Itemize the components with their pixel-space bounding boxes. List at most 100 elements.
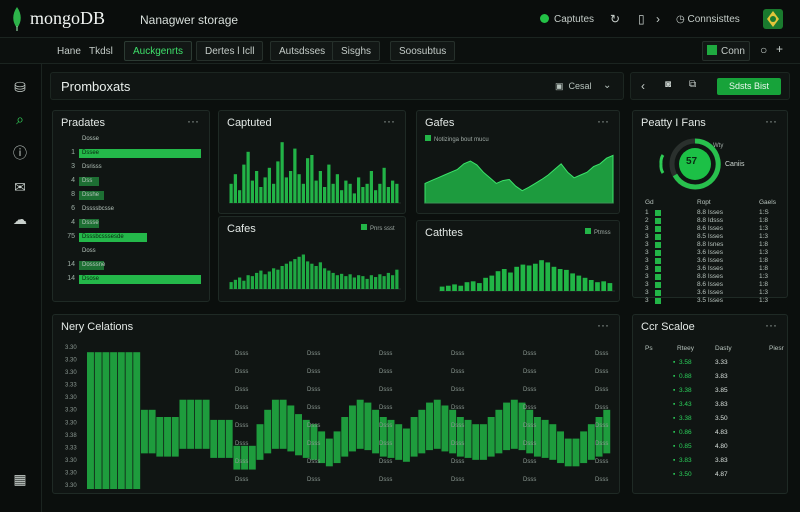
connections-menu[interactable]: ◷ Connsisttes — [676, 14, 740, 25]
chart-bar — [344, 276, 348, 289]
info-icon[interactable]: ⓘ — [9, 142, 31, 164]
legend-swatch — [585, 228, 591, 234]
y-tick-label: 3.30 — [65, 420, 77, 426]
table-row: ▪ 3.43 3.83 — [641, 401, 781, 410]
row-swatch — [655, 226, 661, 232]
chart-bar — [318, 262, 322, 289]
chart-bar — [587, 424, 595, 460]
search-icon[interactable]: ⌕ — [9, 108, 31, 130]
chart-bar — [557, 269, 563, 291]
chevron-right-icon[interactable]: › — [656, 12, 660, 26]
y-tick-label: 3.30 — [65, 345, 77, 351]
table-cell: 4.83 — [715, 429, 728, 436]
grid-icon[interactable]: ▦ — [9, 468, 31, 490]
chart-bar — [280, 142, 284, 203]
chart-bar — [325, 438, 333, 467]
camera-icon[interactable]: ◙ — [665, 79, 671, 90]
database-icon[interactable]: ⛁ — [9, 76, 31, 98]
tab-tkdsl[interactable]: Tkdsl — [80, 41, 122, 61]
chart-bar — [374, 190, 378, 203]
column-header: Ps — [645, 345, 653, 352]
cell-label: Dsss — [379, 441, 392, 447]
gauge-label-top: Wty — [713, 143, 724, 149]
tab-sisghs[interactable]: Sisghs — [332, 41, 381, 61]
chart-bar — [218, 419, 225, 458]
more-icon[interactable]: ··· — [187, 114, 199, 128]
table-cell: 3.85 — [715, 387, 728, 394]
chart-bar — [445, 285, 451, 291]
column-header: Piesr — [769, 345, 784, 352]
cloud-icon[interactable]: ☁ — [9, 208, 31, 230]
clock-icon: ◷ — [676, 14, 685, 25]
cell-label: Dsss — [379, 405, 392, 411]
chart-bar — [295, 414, 302, 456]
back-icon[interactable]: ‹ — [641, 79, 645, 93]
add-icon[interactable]: + — [776, 42, 783, 56]
tab-autsdsses[interactable]: Autsdsses — [270, 41, 335, 61]
cell-label: Dsss — [307, 423, 320, 429]
gauge-label-right: Caniis — [725, 161, 745, 168]
chart-bar — [520, 264, 526, 291]
chart-bar — [279, 399, 287, 449]
row-swatch — [655, 290, 661, 296]
chart-bar — [248, 445, 256, 470]
chart-bar — [301, 254, 305, 289]
more-icon[interactable]: ··· — [597, 114, 609, 128]
chart-bar — [352, 277, 356, 289]
table-cell: 3.38 — [679, 387, 692, 394]
project-name[interactable]: Nanagwer storage — [140, 13, 238, 27]
chart-bar — [284, 177, 288, 203]
table-header: Ps Rteey Dasty Piesr — [641, 345, 784, 354]
chart-bar — [489, 275, 495, 291]
refresh-icon[interactable]: ↻ — [610, 12, 620, 26]
more-icon[interactable]: ··· — [765, 114, 777, 128]
connect-button[interactable]: Conn — [702, 41, 750, 61]
table-cell: 1 — [645, 209, 649, 216]
mail-icon[interactable]: ✉ — [9, 176, 31, 198]
chart-bar — [187, 399, 195, 449]
chart-bar — [477, 283, 482, 291]
table-cell: 1:3 — [759, 297, 769, 304]
table-cell: 4.80 — [715, 443, 728, 450]
contents-legend: Ptmss — [585, 228, 611, 236]
more-icon[interactable]: ··· — [597, 318, 609, 332]
list-item-number — [61, 135, 75, 144]
tab-soosubtus[interactable]: Soosubtus — [390, 41, 456, 61]
chart-bar — [348, 274, 352, 289]
copy-icon[interactable]: ⧉ — [689, 79, 696, 90]
cesal-control[interactable]: ▣ Cesal — [555, 81, 592, 92]
chart-bar — [352, 193, 356, 203]
cell-label: Dsss — [307, 459, 320, 465]
user-avatar-icon[interactable] — [762, 8, 784, 30]
sales-chart — [424, 154, 614, 204]
cell-label: Dsss — [523, 423, 536, 429]
tab-dertes[interactable]: Dertes l Icll — [196, 41, 264, 61]
chart-bar — [452, 284, 457, 291]
bell-icon[interactable]: ▯ — [638, 12, 645, 26]
chart-bar — [306, 158, 310, 203]
chart-bar — [156, 417, 164, 457]
table-cell: 3.83 — [715, 457, 728, 464]
cell-label: Dsss — [523, 369, 536, 375]
chart-bar — [297, 174, 301, 203]
chart-bar — [402, 428, 410, 462]
more-icon[interactable]: ··· — [765, 318, 777, 332]
status-indicator[interactable]: Captutes — [540, 14, 594, 25]
tab-auckgenrts[interactable]: Auckgenrts — [124, 41, 193, 61]
chevron-down-icon[interactable]: ⌄ — [603, 80, 611, 91]
app-logo[interactable]: mongoDB — [30, 8, 105, 29]
chart-bar — [539, 260, 544, 291]
chart-bar — [293, 259, 297, 289]
settings-icon[interactable]: ○ — [760, 43, 767, 57]
table-row: ▪ 3.83 3.83 — [641, 457, 781, 466]
chart-bar — [582, 277, 588, 291]
cell-label: Dsss — [523, 387, 536, 393]
chart-bar — [202, 399, 210, 449]
more-icon[interactable]: ··· — [383, 114, 395, 128]
chart-bar — [369, 275, 373, 289]
chart-bar — [595, 282, 600, 291]
chart-bar — [501, 269, 507, 291]
primary-action-button[interactable]: Sdsts Bist — [717, 78, 781, 95]
chart-bar — [374, 277, 378, 289]
chart-bar — [310, 155, 314, 203]
